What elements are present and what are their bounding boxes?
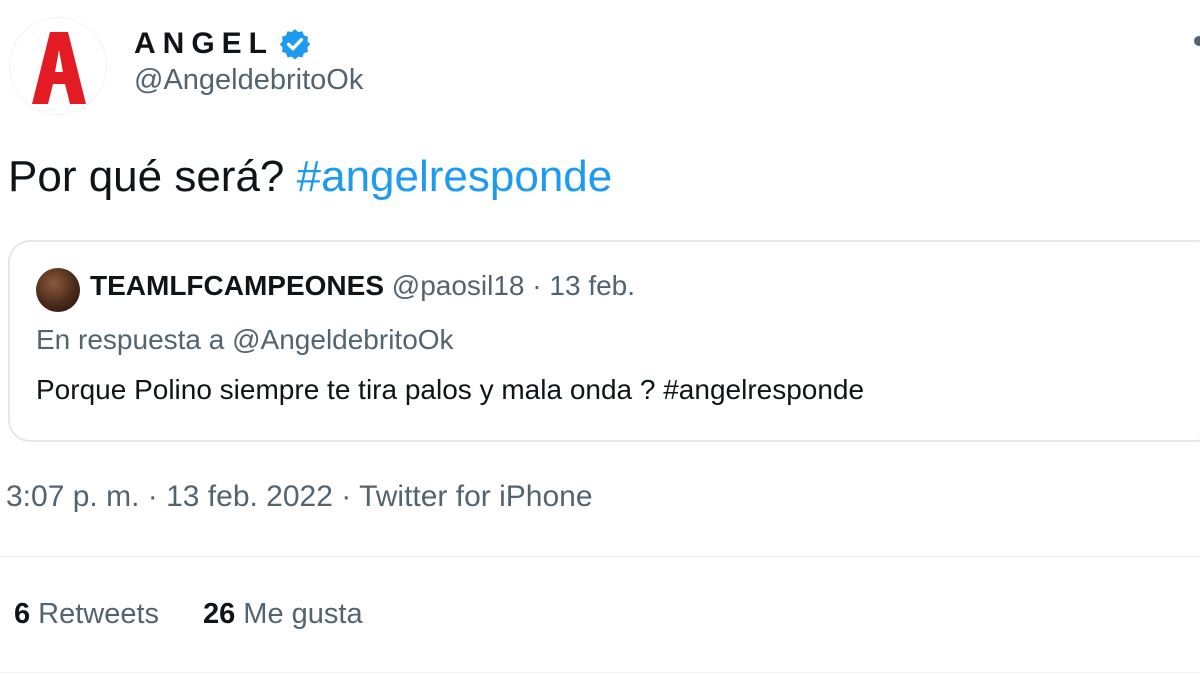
reply-prefix: En respuesta a [36,324,225,355]
quoted-tweet-text: Porque Polino siempre te tira palos y ma… [36,374,865,405]
tweet-stats: 6 Retweets 26 Me gusta [14,598,363,631]
retweets-stat[interactable]: 6 Retweets [14,598,159,631]
quoted-author-handle[interactable]: @paosil18 [392,270,525,301]
avatar-letter: A [10,18,11,19]
divider-bottom [0,672,1200,673]
divider [0,556,1200,557]
likes-label: Me gusta [243,598,363,630]
likes-count: 26 [203,598,236,630]
quoted-author-name[interactable]: TEAMLFCAMPEONES [90,270,384,301]
quoted-tweet[interactable]: TEAMLFCAMPEONES @paosil18 · 13 feb. En r… [8,240,1200,442]
verified-badge-icon [278,27,312,61]
likes-stat[interactable]: 26 Me gusta [203,598,363,631]
tweet-source[interactable]: Twitter for iPhone [359,480,592,513]
tweet-text: Por qué será? #angelresponde [8,152,612,202]
quoted-tweet-header: TEAMLFCAMPEONES @paosil18 · 13 feb. [90,270,635,302]
reply-to-handle[interactable]: @AngeldebritoOk [232,324,453,355]
author-handle[interactable]: @AngeldebritoOk [134,64,363,97]
tweet-text-body: Por qué será? [8,152,285,201]
author-display-name[interactable]: ANGEL [134,27,274,61]
tweet-time[interactable]: 3:07 p. m. [6,480,139,513]
quoted-separator: · [532,270,542,301]
avatar-logo-icon: A [10,18,86,104]
quoted-reply-context: En respuesta a @AngeldebritoOk [36,324,454,356]
retweets-count: 6 [14,598,31,630]
quoted-date[interactable]: 13 feb. [549,270,635,301]
more-options-icon[interactable] [1194,36,1200,46]
quoted-author-avatar[interactable] [36,268,80,312]
hashtag-link[interactable]: #angelresponde [297,152,613,201]
author-avatar[interactable]: A [10,18,106,114]
tweet-card: A ANGEL @AngeldebritoOk Por qué será? #a… [0,0,1200,675]
meta-separator: · [147,480,158,513]
tweet-metadata: 3:07 p. m. · 13 feb. 2022 · Twitter for … [6,480,593,514]
tweet-date[interactable]: 13 feb. 2022 [166,480,333,513]
author-name-row: ANGEL [134,22,312,66]
retweets-label: Retweets [38,598,160,630]
meta-separator-2: · [341,480,352,513]
